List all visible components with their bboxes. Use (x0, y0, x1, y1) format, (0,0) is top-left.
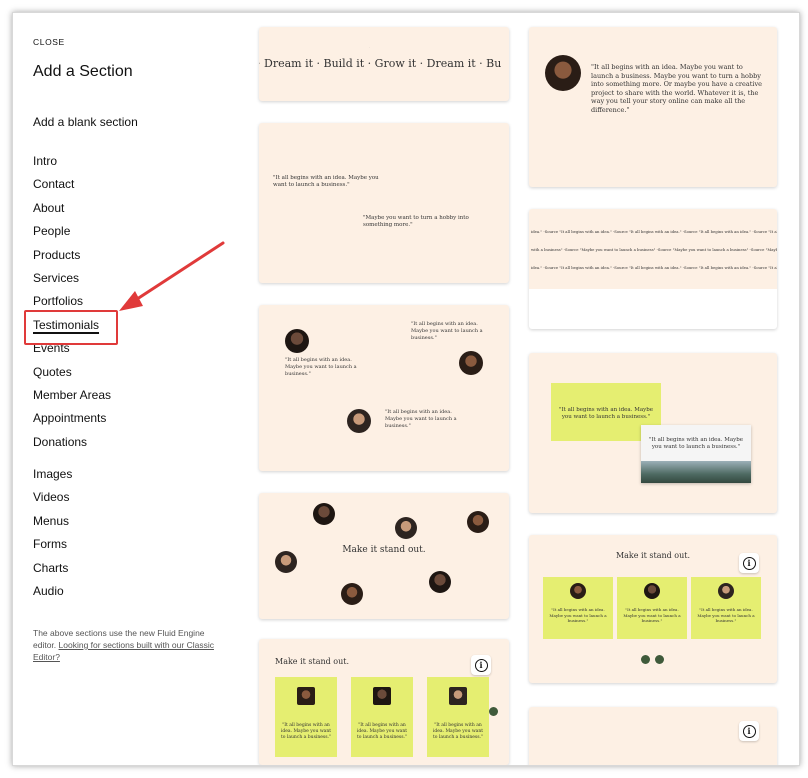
preview-card-overlap[interactable]: "It all begins with an idea. Maybe you w… (529, 353, 777, 513)
preview-quote: "It all begins with an idea. Maybe you w… (411, 321, 483, 341)
avatar (395, 517, 417, 539)
testimonial-tile: "It all begins with an idea. Maybe you w… (351, 677, 413, 757)
nav-item-menus[interactable]: Menus (33, 514, 69, 528)
avatar (644, 583, 660, 599)
avatar (347, 409, 371, 433)
avatar (373, 687, 391, 705)
nav-item-quotes[interactable]: Quotes (33, 365, 72, 379)
testimonial-tile: "It all begins with an idea. Maybe you w… (275, 677, 337, 757)
preview-card-marquee[interactable]: · · Dream it · Build it · Grow it · Drea… (259, 27, 509, 101)
nav-item-about[interactable]: About (33, 201, 64, 215)
preview-quote: "It all begins with an idea. Maybe you w… (623, 607, 681, 623)
preview-card-quotes-pair[interactable]: "It all begins with an idea. Maybe you w… (259, 123, 509, 283)
testimonial-tile: "It all begins with an idea. Maybe you w… (427, 677, 489, 757)
fluid-engine-note: The above sections use the new Fluid Eng… (33, 628, 214, 662)
nav-item-donations[interactable]: Donations (33, 435, 87, 449)
avatar (449, 687, 467, 705)
highlight-box (24, 310, 118, 345)
ticker-row: with a business" -Source "Maybe you want… (531, 247, 777, 252)
preview-quote: "It all begins with an idea. Maybe you w… (280, 723, 332, 740)
preview-quote: "It all begins with an idea. Maybe you w… (648, 437, 743, 450)
carousel-prev-icon[interactable] (641, 655, 650, 664)
info-icon[interactable]: i (471, 655, 491, 675)
avatar (313, 503, 335, 525)
preview-card-scatter-avatars[interactable]: Make it stand out. (259, 493, 509, 619)
avatar (545, 55, 581, 91)
avatar (467, 511, 489, 533)
avatar (285, 329, 309, 353)
preview-heading: Make it stand out. (342, 545, 426, 555)
avatar (297, 687, 315, 705)
nav-item-images[interactable]: Images (33, 467, 72, 481)
nav-item-videos[interactable]: Videos (33, 490, 69, 504)
info-icon[interactable]: i (739, 553, 759, 573)
preview-card-quote-ticker[interactable]: idea." -Source "It all begins with an id… (529, 209, 777, 329)
annotation-arrow-icon (119, 241, 225, 311)
testimonial-tile: "It all begins with an idea. Maybe you w… (543, 577, 613, 639)
landscape-image (641, 461, 751, 483)
avatar (341, 583, 363, 605)
preview-quote: "It all begins with an idea. Maybe you w… (697, 607, 755, 623)
info-icon[interactable]: i (739, 721, 759, 741)
preview-card-large-quote[interactable]: "It all begins with an idea. Maybe you w… (529, 27, 777, 187)
carousel-next-icon[interactable] (489, 707, 498, 716)
section-sidebar: CLOSE Add a Section Add a blank section … (13, 13, 243, 765)
nav-item-member-areas[interactable]: Member Areas (33, 388, 111, 402)
close-button[interactable]: CLOSE (33, 37, 65, 47)
nav-item-people[interactable]: People (33, 224, 70, 238)
ticker-row: idea." -Source "It all begins with an id… (531, 265, 777, 270)
avatar (459, 351, 483, 375)
preview-card-yellow-grid[interactable]: Make it stand out. i "It all begins with… (529, 535, 777, 683)
photo-quote-box: "It all begins with an idea. Maybe you w… (641, 425, 751, 483)
preview-quote: "It all begins with an idea. Maybe you w… (385, 409, 457, 429)
nav-item-appointments[interactable]: Appointments (33, 411, 106, 425)
preview-heading: Make it stand out. (275, 657, 350, 666)
avatar (570, 583, 586, 599)
testimonial-tile: "It all begins with an idea. Maybe you w… (617, 577, 687, 639)
add-section-dialog: CLOSE Add a Section Add a blank section … (12, 12, 800, 766)
avatar (718, 583, 734, 599)
ticker-row: idea." -Source "It all begins with an id… (531, 229, 777, 234)
preview-card-avatars-quotes[interactable]: "It all begins with an idea. Maybe you w… (259, 305, 509, 471)
preview-quote: "It all begins with an idea. Maybe you w… (356, 723, 408, 740)
preview-card-partial[interactable]: i (529, 707, 777, 765)
panel-title: Add a Section (33, 63, 133, 80)
carousel-next-icon[interactable] (655, 655, 664, 664)
nav-item-forms[interactable]: Forms (33, 537, 67, 551)
nav-item-intro[interactable]: Intro (33, 154, 57, 168)
preview-quote: "It all begins with an idea. Maybe you w… (432, 723, 484, 740)
preview-quote: "It all begins with an idea. Maybe you w… (285, 357, 357, 377)
preview-quote: "It all begins with an idea. Maybe you w… (273, 175, 379, 188)
preview-card-yellow-tiles[interactable]: Make it stand out. i "It all begins with… (259, 639, 509, 765)
nav-item-products[interactable]: Products (33, 248, 80, 262)
preview-quote: "Maybe you want to turn a hobby into som… (363, 215, 469, 228)
preview-quote: "It all begins with an idea. Maybe you w… (549, 607, 607, 623)
nav-item-contact[interactable]: Contact (33, 177, 74, 191)
marquee-text: · Dream it · Build it · Grow it · Dream … (259, 57, 502, 70)
preview-quote: "It all begins with an idea. Maybe you w… (558, 407, 653, 420)
nav-item-portfolios[interactable]: Portfolios (33, 294, 83, 308)
add-blank-section-link[interactable]: Add a blank section (33, 115, 138, 129)
nav-item-services[interactable]: Services (33, 271, 79, 285)
avatar (429, 571, 451, 593)
classic-editor-link[interactable]: Looking for sections built with our Clas… (33, 640, 214, 662)
testimonial-tile: "It all begins with an idea. Maybe you w… (691, 577, 761, 639)
preview-quote: "It all begins with an idea. Maybe you w… (591, 63, 762, 114)
nav-item-audio[interactable]: Audio (33, 584, 64, 598)
nav-item-charts[interactable]: Charts (33, 561, 68, 575)
